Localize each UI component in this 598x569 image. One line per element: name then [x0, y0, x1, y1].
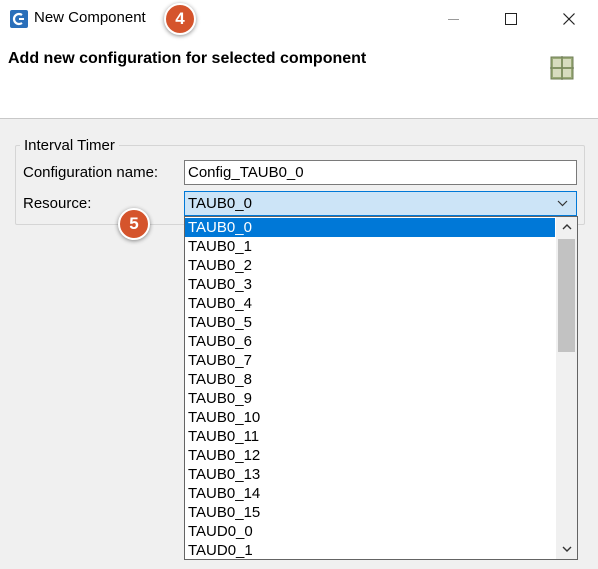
dropdown-option[interactable]: TAUD0_0 — [185, 522, 555, 541]
dropdown-option[interactable]: TAUB0_7 — [185, 351, 555, 370]
scroll-up-button[interactable] — [556, 217, 577, 237]
dropdown-option[interactable]: TAUD0_1 — [185, 541, 555, 559]
dropdown-option[interactable]: TAUB0_15 — [185, 503, 555, 522]
page-title: Add new configuration for selected compo… — [8, 50, 367, 67]
dropdown-option[interactable]: TAUB0_2 — [185, 256, 555, 275]
resource-label: Resource: — [23, 195, 92, 212]
configuration-name-input[interactable] — [184, 160, 577, 185]
title-bar: New Component — [0, 0, 598, 38]
dropdown-option[interactable]: TAUB0_10 — [185, 408, 555, 427]
dropdown-option[interactable]: TAUB0_11 — [185, 427, 555, 446]
close-button[interactable] — [546, 0, 592, 38]
step-5-badge: 5 — [118, 208, 150, 240]
step-4-badge: 4 — [164, 3, 196, 35]
maximize-icon — [505, 13, 517, 25]
dropdown-option[interactable]: TAUB0_8 — [185, 370, 555, 389]
app-icon — [10, 10, 28, 28]
dropdown-option[interactable]: TAUB0_4 — [185, 294, 555, 313]
configuration-name-label: Configuration name: — [23, 164, 159, 181]
dropdown-option[interactable]: TAUB0_13 — [185, 465, 555, 484]
chevron-up-icon — [562, 224, 571, 230]
close-icon — [563, 13, 575, 25]
scroll-down-button[interactable] — [556, 539, 577, 559]
dropdown-option[interactable]: TAUB0_5 — [185, 313, 555, 332]
minimize-icon — [447, 18, 459, 20]
window-title: New Component — [34, 9, 146, 26]
chevron-down-icon — [557, 200, 568, 207]
dropdown-option[interactable]: TAUB0_6 — [185, 332, 555, 351]
resource-dropdown-list[interactable]: TAUB0_0 TAUB0_1 TAUB0_2 TAUB0_3 TAUB0_4 TAUB0… — [184, 216, 578, 560]
dropdown-option[interactable]: TAUB0_12 — [185, 446, 555, 465]
component-grid-icon — [550, 56, 574, 80]
dropdown-option[interactable]: TAUB0_1 — [185, 237, 555, 256]
scrollbar[interactable] — [556, 217, 577, 559]
dropdown-option[interactable]: TAUB0_14 — [185, 484, 555, 503]
resource-combo-value: TAUB0_0 — [188, 195, 252, 212]
resource-combo[interactable]: TAUB0_0 — [184, 191, 577, 216]
chevron-down-icon — [562, 546, 571, 552]
dialog-header: Add new configuration for selected compo… — [0, 38, 598, 119]
minimize-button[interactable] — [430, 0, 476, 38]
maximize-button[interactable] — [488, 0, 534, 38]
group-title: Interval Timer — [20, 137, 119, 154]
dropdown-option[interactable]: TAUB0_9 — [185, 389, 555, 408]
dropdown-option[interactable]: TAUB0_0 — [185, 218, 555, 237]
dropdown-option[interactable]: TAUB0_3 — [185, 275, 555, 294]
scrollbar-thumb[interactable] — [558, 239, 575, 352]
